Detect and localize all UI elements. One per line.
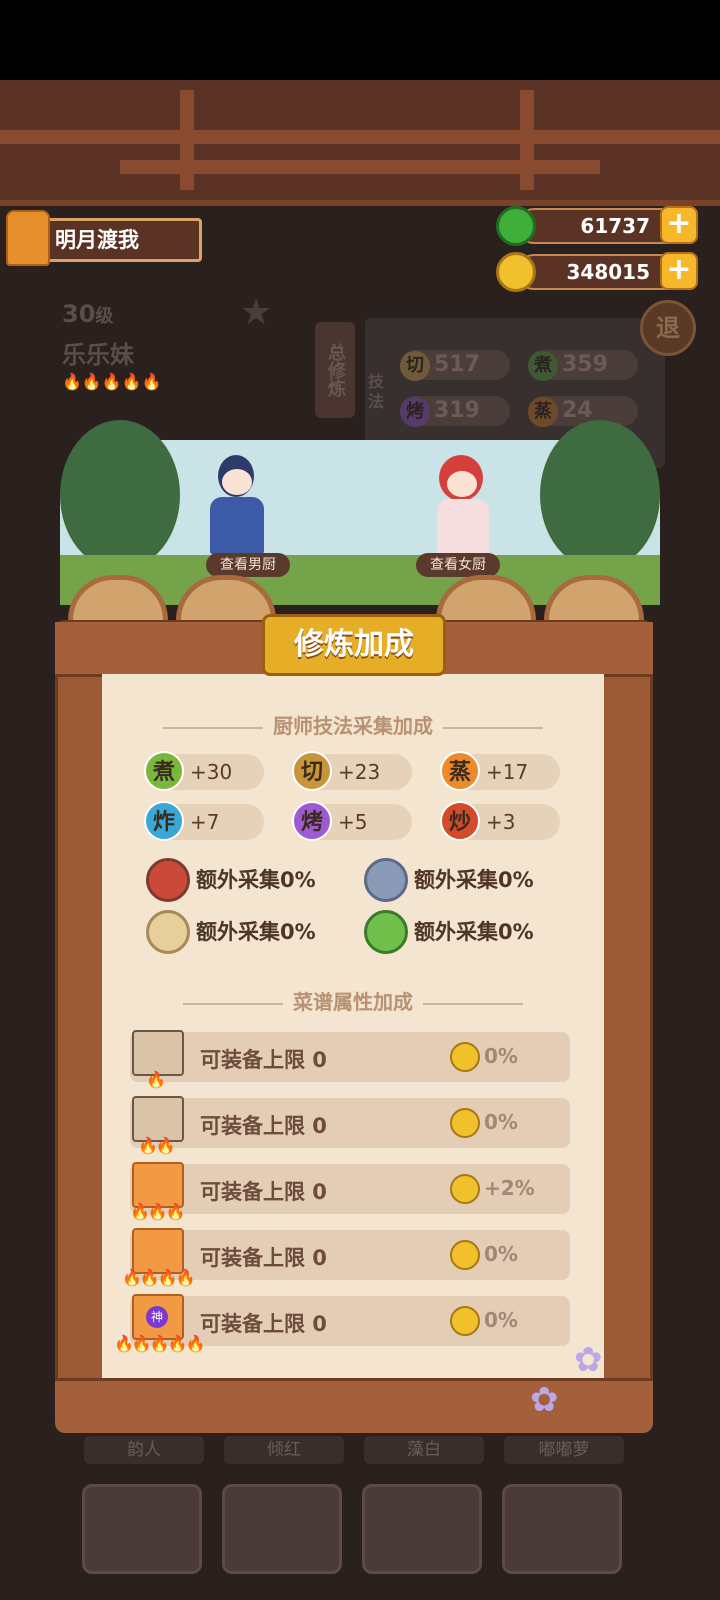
jade-icon xyxy=(496,206,536,246)
tree-right xyxy=(540,420,660,570)
bonus-cut: 切 +23 xyxy=(292,751,412,791)
add-coin-button[interactable]: + xyxy=(660,252,698,290)
bg-skill-chip: 切 517 xyxy=(400,350,510,381)
bonus-steam: 蒸 +17 xyxy=(440,751,560,791)
coin-icon xyxy=(450,1174,480,1204)
coin-icon xyxy=(496,252,536,292)
recipe-tier-row: 🔥🔥🔥🔥🔥 神 可装备上限 0 0% xyxy=(114,1294,570,1353)
bottom-tab[interactable]: 韵人 xyxy=(84,1436,204,1464)
coin-icon xyxy=(450,1240,480,1270)
recipe-tier-row: 🔥🔥 可装备上限 0 0% xyxy=(130,1096,570,1155)
section-header-skills: 厨师技法采集加成 xyxy=(102,710,604,739)
extra-collect-vegetable: 额外采集0% xyxy=(364,910,554,954)
section-header-recipes: 菜谱属性加成 xyxy=(102,986,604,1015)
roof-beams xyxy=(0,80,720,206)
flower-decoration: ✿ xyxy=(530,1380,559,1420)
add-jade-button[interactable]: + xyxy=(660,206,698,244)
extra-collect-bun: 额外采集0% xyxy=(146,910,336,954)
bg-skill-chip: 煮 359 xyxy=(528,350,638,381)
panel-title: 修炼加成 xyxy=(262,614,446,676)
flower-decoration: ✿ xyxy=(574,1340,603,1380)
tree-left xyxy=(60,420,180,570)
recipe-tier-row: 🔥 可装备上限 0 0% xyxy=(130,1030,570,1089)
chef-card[interactable] xyxy=(82,1484,202,1574)
vegetable-icon xyxy=(364,910,408,954)
extra-collect-meat: 额外采集0% xyxy=(146,858,336,902)
recipe-tier-row: 🔥🔥🔥 可装备上限 0 +2% xyxy=(130,1162,570,1221)
view-female-chef-button[interactable]: 查看女厨 xyxy=(416,553,500,577)
bg-skill-chip: 烤 319 xyxy=(400,396,510,427)
bonus-roast: 烤 +5 xyxy=(292,801,412,841)
player-name-plate: 明月渡我 xyxy=(34,218,202,262)
total-cultivation-tab: 总修炼 xyxy=(315,322,355,418)
bottom-tab[interactable]: 藻白 xyxy=(364,1436,484,1464)
bg-flames: 🔥🔥🔥🔥🔥 xyxy=(62,372,162,391)
bg-chef-name: 乐乐妹 xyxy=(62,341,134,369)
meat-icon xyxy=(146,858,190,902)
bottom-tab[interactable]: 倾红 xyxy=(224,1436,344,1464)
divine-badge: 神 xyxy=(146,1306,168,1328)
chef-card[interactable] xyxy=(362,1484,482,1574)
bonus-boil: 煮 +30 xyxy=(144,751,264,791)
chef-card[interactable] xyxy=(222,1484,342,1574)
bg-skill-chip: 蒸 24 xyxy=(528,396,638,427)
star-icon: ★ xyxy=(240,292,273,333)
coin-icon xyxy=(450,1108,480,1138)
bun-icon xyxy=(146,910,190,954)
view-male-chef-button[interactable]: 查看男厨 xyxy=(206,553,290,577)
extra-collect-fish: 额外采集0% xyxy=(364,858,554,902)
female-chef-figure[interactable] xyxy=(425,455,495,555)
chef-avatar-icon[interactable] xyxy=(6,210,50,266)
bottom-tab[interactable]: 嘟嘟萝 xyxy=(504,1436,624,1464)
bonus-fry: 炸 +7 xyxy=(144,801,264,841)
chef-card[interactable] xyxy=(502,1484,622,1574)
bg-chef-level: 30级 xyxy=(62,300,114,328)
recipe-tier-row: 🔥🔥🔥🔥 可装备上限 0 0% xyxy=(122,1228,570,1287)
male-chef-figure[interactable] xyxy=(200,455,270,555)
fish-icon xyxy=(364,858,408,902)
coin-icon xyxy=(450,1306,480,1336)
coin-icon xyxy=(450,1042,480,1072)
exit-button[interactable]: 退 xyxy=(640,300,696,356)
bonus-stir-fry: 炒 +3 xyxy=(440,801,560,841)
